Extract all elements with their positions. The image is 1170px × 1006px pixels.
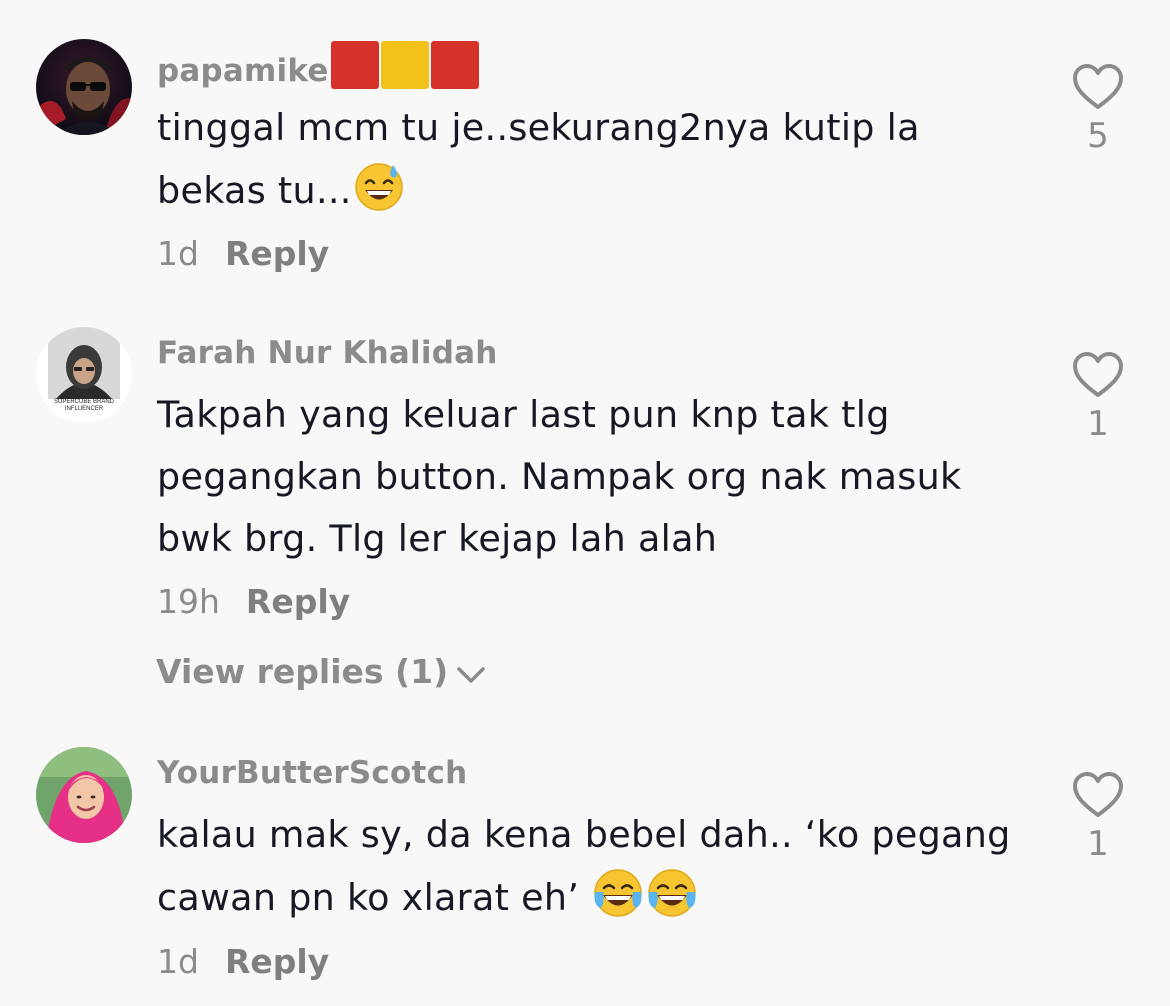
avatar[interactable]: [36, 747, 132, 843]
reply-button[interactable]: Reply: [225, 942, 329, 981]
comment-text: Takpah yang keluar last pun knp tak tlg …: [157, 393, 962, 560]
avatar-caption: SUPERCUBE BRAND INFLUENCER: [53, 399, 114, 412]
comment-text: kalau mak sy, da kena bebel dah.. ‘ko pe…: [157, 804, 1037, 929]
username[interactable]: Farah Nur Khalidah: [157, 335, 497, 371]
timestamp: 1d: [157, 942, 199, 981]
username[interactable]: papamike: [157, 41, 479, 89]
red-square-emoji: [430, 41, 479, 89]
view-replies-button[interactable]: View replies (1): [156, 652, 486, 691]
view-replies-label: View replies (1): [156, 652, 449, 691]
like-count: 5: [1087, 116, 1109, 156]
comment-meta: 1d Reply: [157, 942, 329, 981]
heart-icon: [1073, 772, 1123, 817]
reply-button[interactable]: Reply: [246, 582, 350, 621]
yellow-square-emoji: [380, 41, 429, 89]
comment-text-content: tinggal mcm tu je..sekurang2nya kutip la…: [157, 106, 920, 212]
red-square-emoji: [330, 41, 379, 89]
tears-of-joy-emoji: [645, 866, 699, 920]
timestamp: 1d: [157, 234, 199, 273]
like-count: 1: [1087, 404, 1109, 444]
comment-text: tinggal mcm tu je..sekurang2nya kutip la…: [157, 97, 1037, 222]
username-text[interactable]: papamike: [157, 53, 329, 89]
flag-emojis: [330, 41, 479, 89]
comment-meta: 19h Reply: [157, 582, 350, 621]
heart-icon: [1073, 64, 1123, 109]
avatar[interactable]: SUPERCUBE BRAND INFLUENCER: [36, 327, 132, 423]
avatar[interactable]: [36, 39, 132, 135]
comments-list: papamike tinggal mcm tu je..sekurang2nya…: [0, 0, 1170, 1006]
grinning-sweat-emoji: [352, 159, 406, 213]
comment-text-content: kalau mak sy, da kena bebel dah.. ‘ko pe…: [157, 813, 1011, 919]
comment-meta: 1d Reply: [157, 234, 329, 273]
reply-button[interactable]: Reply: [225, 234, 329, 273]
tears-of-joy-emoji: [591, 866, 645, 920]
like-button[interactable]: 5: [1070, 62, 1126, 156]
like-button[interactable]: 1: [1070, 350, 1126, 444]
avatar-image: [36, 39, 132, 135]
chevron-down-icon: [457, 667, 485, 683]
avatar-image: [36, 747, 132, 843]
timestamp: 19h: [157, 582, 220, 621]
like-count: 1: [1087, 824, 1109, 864]
heart-icon: [1073, 352, 1123, 397]
like-button[interactable]: 1: [1070, 770, 1126, 864]
username[interactable]: YourButterScotch: [157, 755, 467, 791]
